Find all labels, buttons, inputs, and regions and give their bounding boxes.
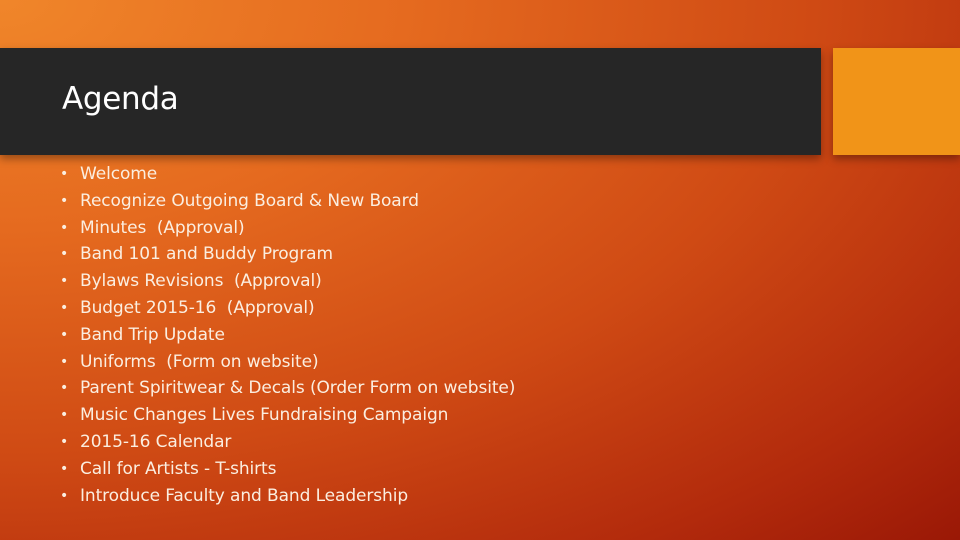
agenda-item-label: Music Changes Lives Fundraising Campaign	[80, 405, 449, 426]
bullet-icon: •	[60, 246, 69, 263]
slide: Agenda • Welcome • Recognize Outgoing Boar…	[0, 0, 960, 540]
agenda-item-label: Band 101 and Buddy Program	[80, 244, 333, 265]
bullet-icon: •	[60, 273, 69, 290]
agenda-item-label: Introduce Faculty and Band Leadership	[80, 485, 409, 506]
agenda-item: • Parent Spiritwear & Decals (Order Form …	[60, 375, 515, 402]
agenda-item: • Welcome	[60, 161, 515, 188]
agenda-item: • Call for Artists - T-shirts	[60, 456, 515, 483]
agenda-item: • Recognize Outgoing Board & New Board	[60, 188, 515, 215]
accent-block	[833, 48, 960, 155]
agenda-item-label: Bylaws Revisions (Approval)	[80, 271, 322, 292]
bullet-icon: •	[60, 166, 69, 182]
bullet-icon: •	[60, 353, 69, 370]
agenda-list: • Welcome • Recognize Outgoing Board & New…	[60, 161, 515, 509]
agenda-item-label: Uniforms (Form on website)	[80, 351, 319, 372]
agenda-item-label: 2015-16 Calendar	[80, 431, 232, 452]
agenda-item-label: Recognize Outgoing Board & New Board	[80, 190, 419, 211]
bullet-icon: •	[60, 380, 69, 397]
agenda-item: • Music Changes Lives Fundraising Campaig…	[60, 402, 515, 429]
bullet-icon: •	[60, 407, 69, 424]
agenda-item-label: Minutes (Approval)	[80, 217, 245, 238]
agenda-item: • Band Trip Update	[60, 322, 515, 349]
agenda-item-label: Welcome	[80, 164, 158, 184]
bullet-icon: •	[60, 433, 69, 450]
bullet-icon: •	[60, 487, 69, 504]
agenda-item-label: Band Trip Update	[80, 324, 225, 345]
bullet-icon: •	[60, 326, 69, 343]
agenda-item-label: Budget 2015-16 (Approval)	[80, 297, 315, 318]
agenda-item: • Bylaws Revisions (Approval)	[60, 268, 515, 295]
slide-title: Agenda	[62, 81, 179, 117]
agenda-item: • Uniforms (Form on website)	[60, 349, 515, 376]
agenda-item-label: Call for Artists - T-shirts	[80, 458, 277, 479]
bullet-icon: •	[60, 192, 69, 209]
agenda-item: • Introduce Faculty and Band Leadership	[60, 483, 515, 510]
agenda-item: • Band 101 and Buddy Program	[60, 241, 515, 268]
agenda-item: • Budget 2015-16 (Approval)	[60, 295, 515, 322]
agenda-item: • 2015-16 Calendar	[60, 429, 515, 456]
agenda-item: • Minutes (Approval)	[60, 215, 515, 242]
agenda-item-label: Parent Spiritwear & Decals (Order Form o…	[80, 378, 516, 399]
bullet-icon: •	[60, 299, 69, 316]
bullet-icon: •	[60, 460, 69, 477]
bullet-icon: •	[60, 219, 69, 236]
